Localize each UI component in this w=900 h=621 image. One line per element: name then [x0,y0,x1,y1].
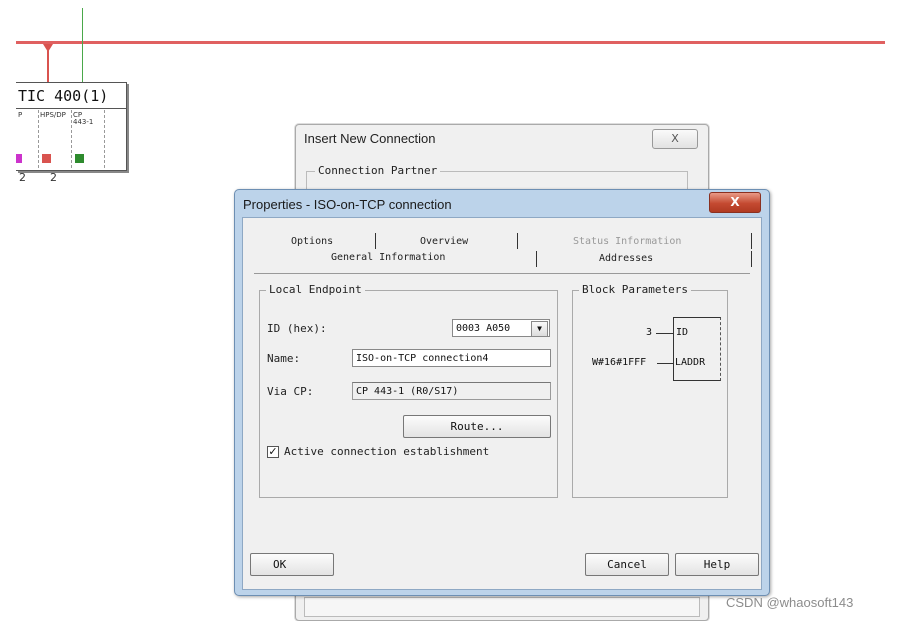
tab-divider [375,233,376,249]
block-parameters-group: Block Parameters 3 ID W#16#1FFF LADDR [572,283,728,498]
bus-drop-line [47,50,49,82]
close-button[interactable]: X [652,129,698,149]
local-endpoint-group: Local Endpoint ID (hex): 0003 A050 ▼ Nam… [259,283,558,498]
module-indicator [75,154,84,163]
dialog-title: Properties - ISO-on-TCP connection [243,197,452,212]
close-button[interactable]: X [709,192,761,213]
id-pin-line [656,333,673,334]
general-information-panel: Local Endpoint ID (hex): 0003 A050 ▼ Nam… [254,273,750,532]
slot-number: 2 [50,171,57,184]
name-input[interactable]: ISO-on-TCP connection4 [352,349,551,367]
station-title: TIC 400(1) [16,83,126,109]
tab-addresses[interactable]: Addresses [599,253,653,264]
route-button[interactable]: Route... [403,415,551,438]
rack-slot-2[interactable]: HPS/DP [38,110,72,168]
module-indicator [16,154,22,163]
profinet-bus-line [16,41,885,44]
tab-general-information[interactable]: General Information [331,252,445,263]
group-label: Connection Partner [315,164,441,177]
dialog-client-area: Options Overview Status Information Gene… [242,217,762,590]
laddr-input-value: W#16#1FFF [592,357,647,368]
rack-slot-1[interactable]: P [16,110,39,168]
tab-divider [517,233,518,249]
tab-divider [751,233,752,249]
tab-overview[interactable]: Overview [420,236,468,247]
name-label: Name: [267,352,301,365]
laddr-pin-line [657,363,673,364]
dialog-title: Insert New Connection [304,131,436,146]
help-button[interactable]: Help [675,553,759,576]
module-indicator [42,154,51,163]
group-label: Local Endpoint [266,283,365,296]
active-connection-checkbox[interactable]: ✓ [267,446,279,458]
dialog-bottom-area [304,597,700,617]
via-cp-field: CP 443-1 (R0/S17) [352,382,551,400]
id-input-value: 3 [646,327,653,338]
tab-divider [751,251,752,267]
active-connection-label: Active connection establishment [284,445,490,458]
cancel-button[interactable]: Cancel [585,553,669,576]
tab-divider [536,251,537,267]
rack-slot-label: CP 443-1 [73,111,94,126]
watermark-text: CSDN @whaosoft143 [726,595,854,610]
rack-slot-label: HPS/DP [40,111,66,119]
tab-status-information[interactable]: Status Information [573,236,681,247]
properties-dialog: Properties - ISO-on-TCP connection X Opt… [234,189,770,596]
id-value: 0003 A050 [456,323,511,334]
laddr-pin-label: LADDR [675,357,706,368]
rack-slot-label: P [18,111,23,119]
rack-slot-3[interactable]: CP 443-1 [71,110,105,168]
station-rack[interactable]: TIC 400(1) P HPS/DP CP 443-1 [16,82,127,171]
slot-number: 2 [19,171,26,184]
id-combobox[interactable]: 0003 A050 ▼ [452,319,550,337]
id-label: ID (hex): [267,322,327,335]
ok-button[interactable]: OK [250,553,334,576]
id-pin-label: ID [676,327,689,338]
tab-options[interactable]: Options [291,236,333,247]
group-label: Block Parameters [579,283,691,296]
chevron-down-icon[interactable]: ▼ [531,321,548,336]
via-cp-label: Via CP: [267,385,314,398]
